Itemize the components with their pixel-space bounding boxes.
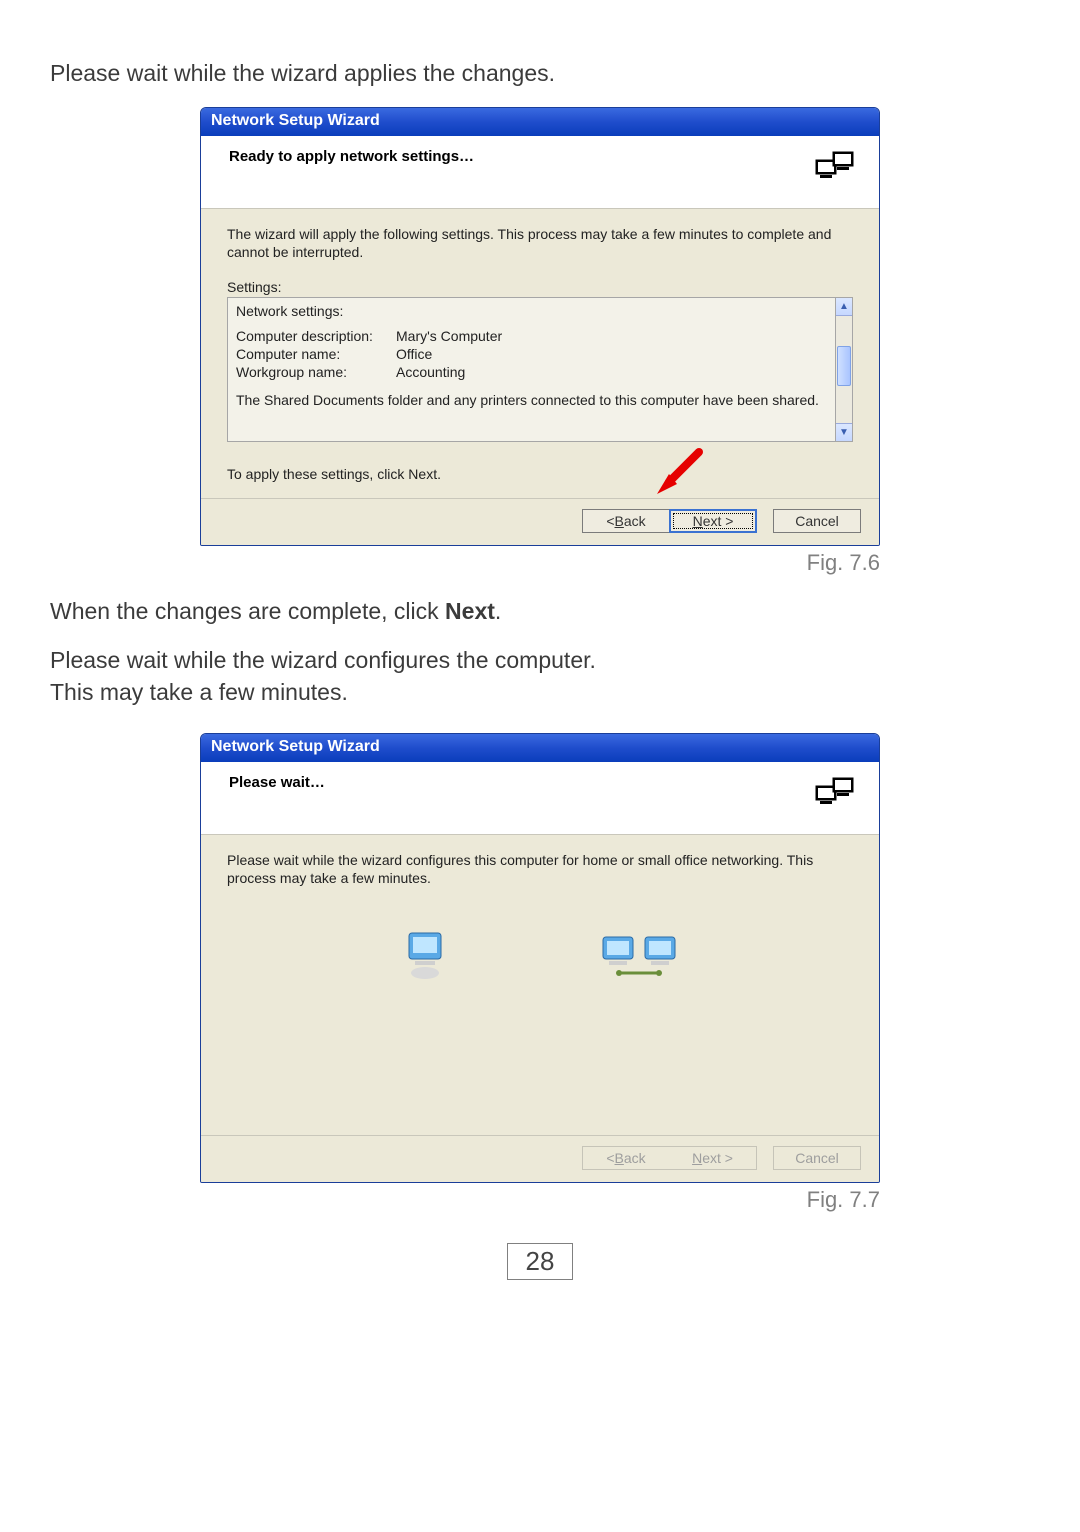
wizard-header: Please wait… [201,762,879,835]
shared-note: The Shared Documents folder and any prin… [236,391,827,409]
settings-label: Settings: [227,279,853,295]
back-button: < Back [582,1146,670,1170]
wizard-window-1: Network Setup Wizard Ready to apply netw… [200,107,880,546]
wizard-footer: < Back Next > Cancel [201,498,879,545]
settings-key: Computer description: [236,327,396,345]
next-button: Next > [669,1146,757,1170]
doc-intro-1: Please wait while the wizard applies the… [50,58,1030,89]
wizard-footer: < Back Next > Cancel [201,1135,879,1182]
scrollbar[interactable]: ▲ ▼ [835,297,853,442]
network-computers-icon [813,148,859,194]
to-apply-text: To apply these settings, click Next. [227,466,853,482]
scroll-up-button[interactable]: ▲ [836,298,852,316]
window-title: Network Setup Wizard [201,734,879,762]
window-title: Network Setup Wizard [201,108,879,136]
next-button[interactable]: Next > [669,509,757,533]
settings-val: Accounting [396,363,465,381]
settings-val: Mary's Computer [396,327,502,345]
back-button[interactable]: < Back [582,509,670,533]
please-wait-text: Please wait while the wizard configures … [227,851,853,887]
wizard-header: Ready to apply network settings… [201,136,879,209]
page-number: 28 [507,1243,574,1280]
cancel-button: Cancel [773,1146,861,1170]
wizard-body: Please wait while the wizard configures … [201,835,879,1135]
wizard-window-2: Network Setup Wizard Please wait… Please… [200,733,880,1183]
settings-row: Computer name: Office [236,345,827,363]
doc-after-1: When the changes are complete, click Nex… [50,596,1030,627]
figure-caption: Fig. 7.6 [200,550,880,576]
settings-row: Workgroup name: Accounting [236,363,827,381]
computer-icon [401,927,449,983]
settings-key: Computer name: [236,345,396,363]
wizard-header-title: Ready to apply network settings… [229,148,474,165]
settings-box: Network settings: Computer description: … [227,297,835,442]
progress-animation [227,927,853,983]
cancel-button[interactable]: Cancel [773,509,861,533]
network-computers-icon [813,774,859,820]
wizard-header-title: Please wait… [229,774,325,791]
settings-key: Workgroup name: [236,363,396,381]
wizard-intro-text: The wizard will apply the following sett… [227,225,853,261]
figure-caption: Fig. 7.7 [200,1187,880,1213]
settings-row: Computer description: Mary's Computer [236,327,827,345]
doc-intro-2: Please wait while the wizard configures … [50,645,1030,707]
settings-val: Office [396,345,432,363]
settings-heading: Network settings: [236,302,827,320]
scroll-down-button[interactable]: ▼ [836,423,852,441]
scroll-track[interactable] [836,316,852,423]
wizard-body: The wizard will apply the following sett… [201,209,879,498]
scroll-thumb[interactable] [837,346,851,386]
networked-computers-icon [599,927,679,983]
